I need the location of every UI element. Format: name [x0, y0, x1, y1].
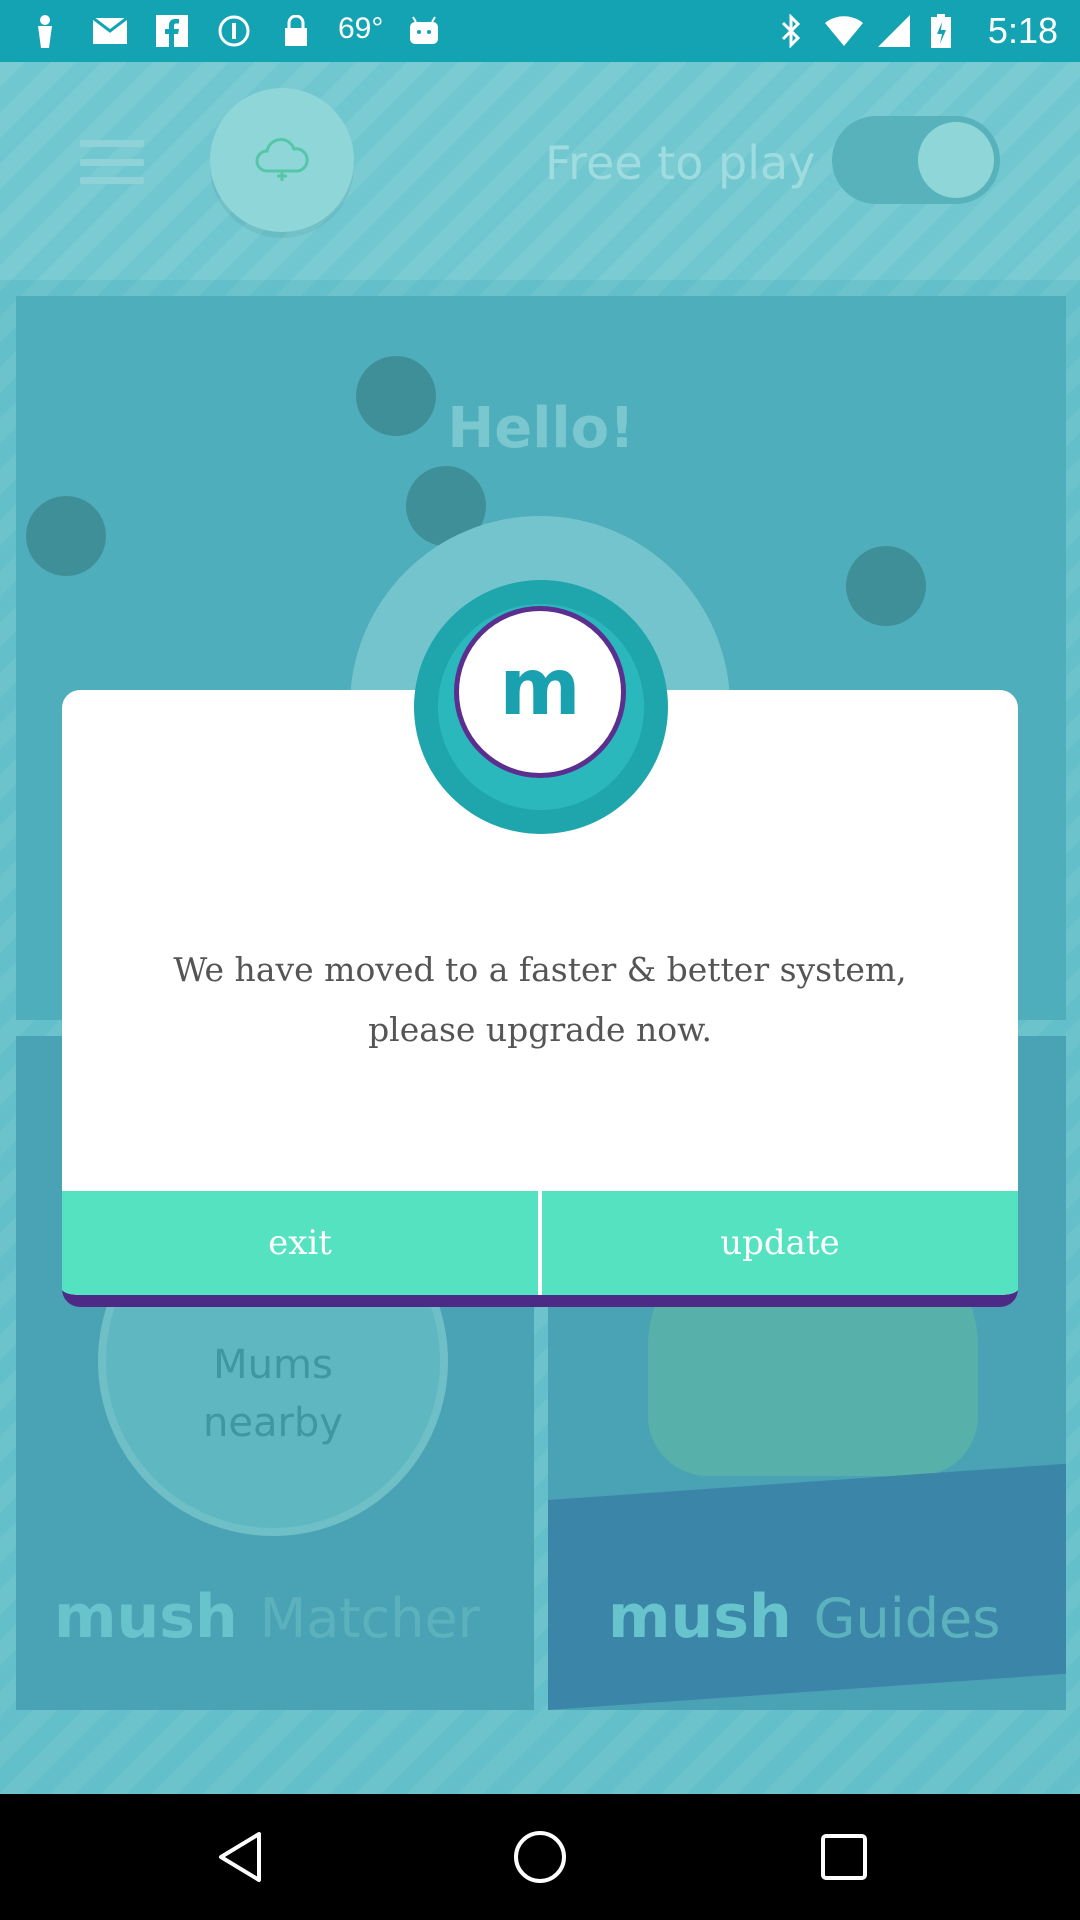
top-bar: Free to play: [0, 62, 1080, 280]
dialog-buttons: exit update: [62, 1191, 1018, 1295]
temperature-text: 69°: [338, 12, 384, 45]
facebook-icon: [154, 14, 190, 48]
mush-logo-letter: m: [499, 643, 581, 733]
toggle-knob: [918, 122, 994, 198]
clock: 5:18: [987, 10, 1058, 51]
lock-icon: [280, 14, 312, 48]
mums-nearby-label: Mums nearby: [98, 1336, 448, 1452]
mail-icon: [90, 14, 130, 48]
person-icon: [28, 14, 62, 48]
menu-icon[interactable]: [80, 140, 144, 184]
bluetooth-icon: [776, 14, 806, 48]
guides-brand: mush Guides: [608, 1582, 1000, 1652]
guides-brand-mush: mush: [608, 1582, 792, 1652]
hello-title: Hello!: [447, 396, 635, 461]
guides-brand-name: Guides: [813, 1587, 1001, 1650]
free-to-play-label: Free to play: [545, 136, 816, 190]
dialog-message: We have moved to a faster & better syste…: [102, 940, 978, 1060]
cloud-icon: [255, 138, 309, 181]
dialog-message-line1: We have moved to a faster & better syste…: [173, 950, 907, 989]
mums-line1: Mums: [213, 1342, 333, 1388]
cherry-decoration: [26, 496, 106, 576]
info-icon: [216, 14, 252, 48]
mums-line2: nearby: [203, 1400, 343, 1446]
update-button[interactable]: update: [542, 1191, 1018, 1295]
navigation-bar: [0, 1794, 1080, 1920]
exit-button[interactable]: exit: [62, 1191, 538, 1295]
recents-icon[interactable]: [814, 1827, 874, 1887]
matcher-brand: mush Matcher: [54, 1582, 480, 1652]
mush-logo-badge: m: [454, 606, 626, 778]
status-bar: 69° 5:18: [0, 0, 1080, 62]
bottom-tabs-peek: [0, 1712, 1080, 1794]
home-icon[interactable]: [510, 1827, 570, 1887]
matcher-brand-mush: mush: [54, 1582, 238, 1652]
battery-icon: [930, 14, 952, 48]
cherry-decoration: [846, 546, 926, 626]
wifi-icon: [824, 14, 864, 48]
matcher-brand-name: Matcher: [259, 1587, 480, 1650]
dialog-message-line2: please upgrade now.: [368, 1010, 712, 1049]
weather-logo[interactable]: [210, 88, 354, 232]
android-icon: [406, 14, 442, 48]
back-icon[interactable]: [210, 1827, 270, 1887]
free-to-play-toggle[interactable]: [832, 116, 1000, 204]
signal-icon: [876, 14, 912, 48]
